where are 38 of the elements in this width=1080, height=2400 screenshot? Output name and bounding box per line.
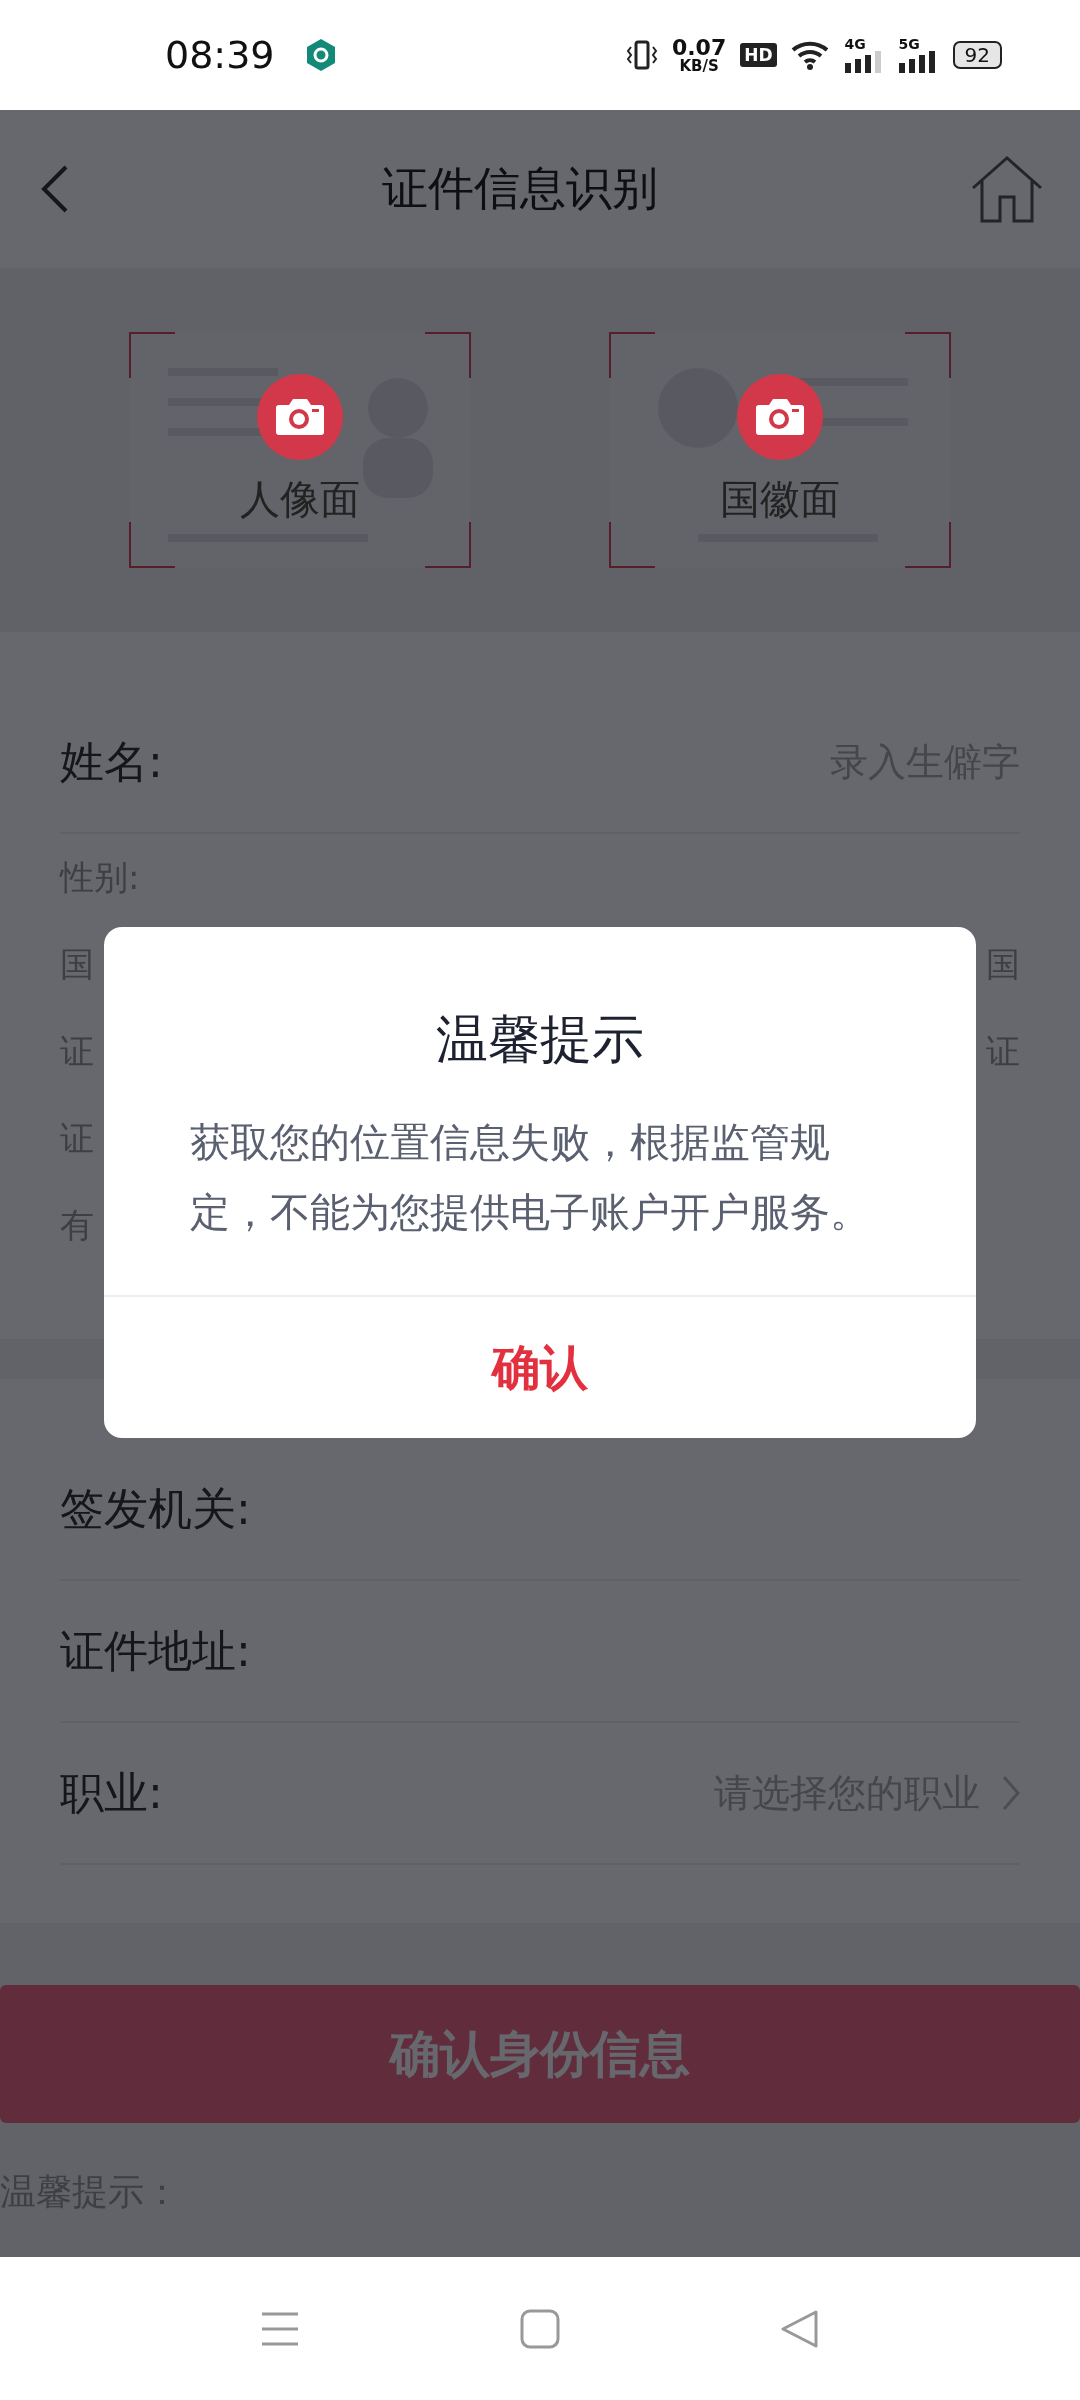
field-label: 签发机关: bbox=[60, 1481, 251, 1536]
dialog-message: 获取您的位置信息失败，根据监管规定，不能为您提供电子账户开户服务。 bbox=[190, 1118, 871, 1237]
back-icon[interactable] bbox=[40, 164, 70, 214]
home-icon[interactable] bbox=[970, 155, 1044, 223]
network-speed: 0.07 bbox=[671, 36, 727, 59]
corner-mark bbox=[425, 522, 471, 568]
speed-unit: KB/S bbox=[679, 58, 719, 74]
menu-icon[interactable] bbox=[260, 2310, 300, 2347]
corner-mark bbox=[425, 332, 471, 378]
app-notification-icon bbox=[304, 38, 337, 72]
clock: 08:39 bbox=[165, 33, 275, 77]
vibrate-icon bbox=[625, 39, 658, 71]
dialog-confirm-button[interactable]: 确认 bbox=[104, 1295, 976, 1438]
page-title: 证件信息识别 bbox=[382, 160, 658, 217]
corner-mark bbox=[905, 332, 951, 378]
id-card-upload[interactable]: 人像面 bbox=[129, 332, 471, 568]
corner-mark bbox=[905, 522, 951, 568]
corner-mark bbox=[609, 522, 655, 568]
chevron-right-icon bbox=[1002, 1775, 1020, 1811]
corner-mark bbox=[129, 332, 175, 378]
wifi-icon bbox=[790, 39, 831, 71]
battery-level: 92 bbox=[952, 41, 1002, 69]
back-triangle-icon[interactable] bbox=[780, 2308, 820, 2349]
id-card-upload[interactable]: 国徽面 bbox=[609, 332, 951, 568]
corner-mark bbox=[129, 522, 175, 568]
home-square-icon[interactable] bbox=[520, 2308, 560, 2349]
camera-icon bbox=[755, 396, 805, 437]
card-side-label: 国徽面 bbox=[720, 474, 840, 524]
dialog-title: 温馨提示 bbox=[436, 1008, 644, 1071]
corner-mark bbox=[609, 332, 655, 378]
camera-icon bbox=[275, 396, 325, 437]
card-side-label: 人像面 bbox=[240, 474, 360, 524]
network-type: 5G bbox=[898, 37, 921, 51]
network-type: 4G bbox=[844, 37, 867, 51]
field-label: 姓名: bbox=[60, 734, 163, 789]
field-label: 证件地址: bbox=[60, 1623, 251, 1678]
hd-voice-badge: HD bbox=[740, 43, 777, 67]
field-label: 职业: bbox=[60, 1765, 163, 1820]
